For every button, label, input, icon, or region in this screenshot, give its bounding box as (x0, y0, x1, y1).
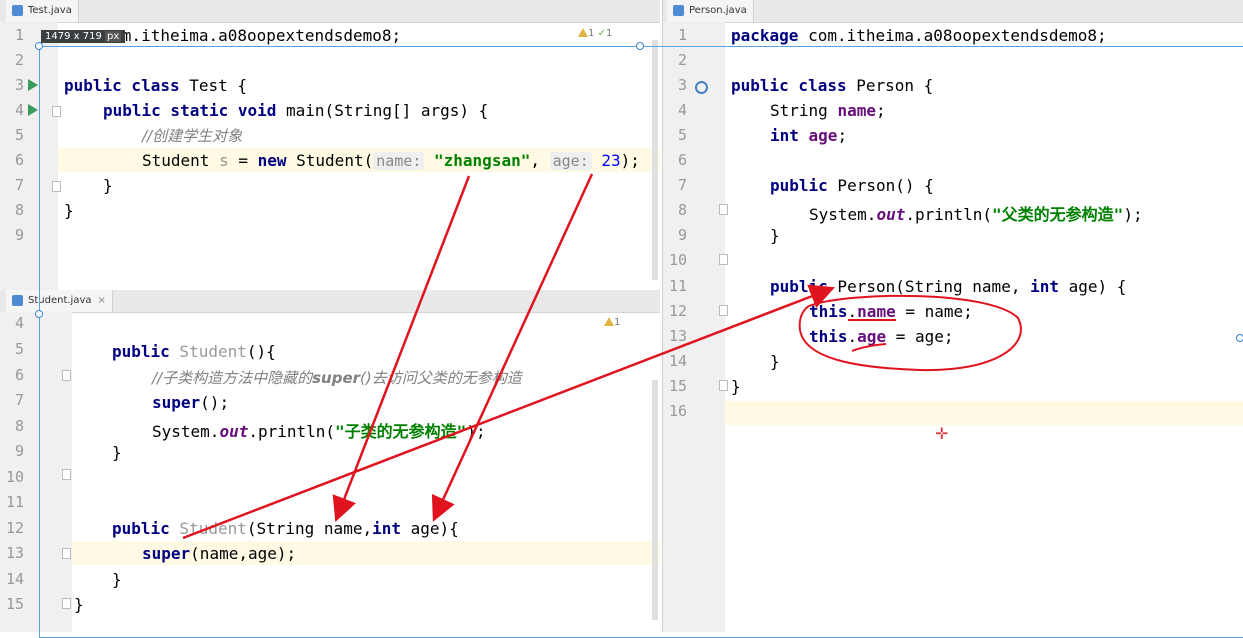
line-number: 4 (14, 314, 24, 332)
warning-count: 1 (588, 28, 595, 39)
run-main-icon[interactable] (28, 104, 38, 116)
test-tabbar: Test.java (0, 0, 660, 23)
line-number: 6 (14, 366, 24, 384)
run-class-icon[interactable] (28, 79, 38, 91)
warning-indicator[interactable]: 1 ✓1 (578, 28, 612, 39)
line-number: 6 (14, 151, 24, 169)
person-tabbar: Person.java (663, 0, 1243, 23)
line-number: 7 (14, 176, 24, 194)
check-icon: ✓ (597, 28, 606, 39)
line-number: 8 (14, 417, 24, 435)
package-name: com.itheima.a08oopextendsdemo8; (798, 26, 1107, 45)
line-number: 15 (5, 595, 24, 613)
ok-count: 1 (605, 28, 613, 39)
package-statement: e com.itheima.a08oopextendsdemo8; (83, 26, 402, 45)
resize-handle[interactable] (35, 310, 43, 318)
tab-test-java[interactable]: Test.java (6, 0, 79, 22)
java-file-icon (12, 295, 23, 306)
line-number: 4 (14, 101, 24, 119)
line-number: 5 (14, 126, 24, 144)
capture-selection-frame[interactable] (39, 46, 1243, 638)
line-number: 12 (5, 519, 24, 537)
tab-label: Person.java (689, 5, 747, 16)
line-number: 5 (14, 340, 24, 358)
size-height: 719 (82, 31, 102, 42)
line-number: 13 (5, 544, 24, 562)
size-width: 1479 (45, 31, 71, 42)
line-number: 1 (677, 26, 687, 44)
resize-handle[interactable] (636, 42, 644, 50)
tab-label: Test.java (28, 5, 72, 16)
tab-person-java[interactable]: Person.java (667, 0, 754, 22)
line-number: 11 (5, 493, 24, 511)
line-number: 7 (14, 391, 24, 409)
java-file-icon (673, 5, 684, 16)
line-number: 2 (14, 51, 24, 69)
resize-handle[interactable] (1236, 334, 1243, 342)
line-number: 9 (14, 226, 24, 244)
size-separator: x (73, 31, 80, 42)
selection-size-readout: 1479 x 719 px (41, 30, 126, 43)
size-unit: px (105, 31, 122, 42)
line-number: 8 (14, 201, 24, 219)
resize-handle[interactable] (35, 42, 43, 50)
line-number: 10 (5, 468, 24, 486)
line-number: 14 (5, 570, 24, 588)
line-number: 3 (14, 76, 24, 94)
java-file-icon (12, 5, 23, 16)
code-line: package com.itheima.a08oopextendsdemo8; (731, 26, 1107, 45)
warning-icon (578, 28, 588, 37)
line-number: 1 (14, 26, 24, 44)
line-number: 9 (14, 442, 24, 460)
keyword: package (731, 26, 799, 45)
